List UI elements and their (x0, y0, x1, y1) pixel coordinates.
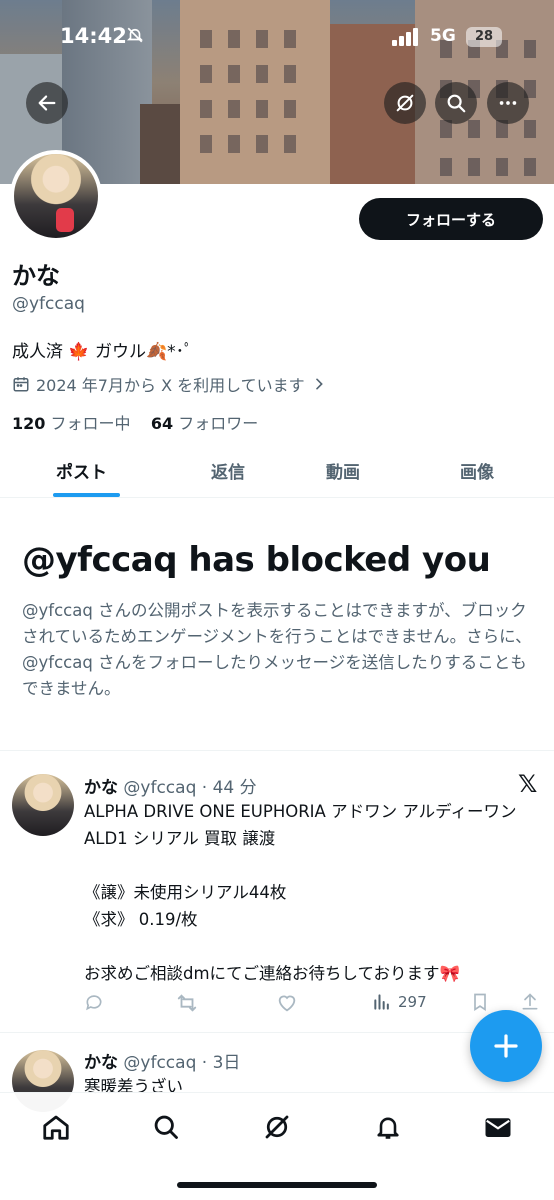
post-author-name: かな (84, 1053, 118, 1073)
heart-icon (278, 995, 296, 1012)
followers-count: 64 (150, 414, 174, 433)
network-label: 5G (430, 26, 456, 46)
following-label: フォロー中 (50, 414, 131, 433)
grok-icon (396, 94, 414, 112)
tab-indicator (53, 493, 120, 497)
post-header: かな @yfccaq · 44 分 (84, 773, 257, 798)
nav-messages[interactable] (482, 1111, 514, 1143)
divider (0, 750, 554, 751)
calendar-icon (13, 377, 29, 392)
home-icon (43, 1115, 69, 1140)
tab-videos[interactable]: 動画 (326, 458, 360, 483)
blocked-title: @yfccaq has blocked you (22, 540, 491, 580)
status-bar: 14:42 5G 28 (0, 0, 554, 76)
search-button[interactable] (435, 82, 477, 124)
back-button[interactable] (26, 82, 68, 124)
profile-bio: 成人済 🍁 ガウル🍂*･ﾟ (12, 342, 193, 362)
nav-notifications[interactable] (372, 1111, 404, 1143)
follow-button[interactable]: フォローする (359, 198, 543, 240)
nav-grok[interactable] (261, 1111, 293, 1143)
tab-posts[interactable]: ポスト (56, 458, 107, 483)
grok-button[interactable] (384, 82, 426, 124)
search-icon (154, 1115, 178, 1139)
post-author-name: かな (84, 778, 118, 798)
tab-images[interactable]: 画像 (460, 458, 494, 483)
profile-name: かな (12, 262, 60, 290)
profile-avatar[interactable] (10, 150, 102, 242)
share-button[interactable] (520, 992, 540, 1012)
post-meta: @yfccaq · 44 分 (123, 778, 257, 798)
follow-counts: 120 フォロー中 64 フォロワー (12, 410, 258, 434)
following-count: 120 (12, 414, 46, 433)
following-link[interactable]: 120 フォロー中 (12, 414, 131, 433)
plus-icon (494, 1034, 518, 1058)
compose-button[interactable] (470, 1010, 542, 1082)
joined-date[interactable]: 2024 年7月から X を利用しています (12, 372, 327, 396)
grok-icon (265, 1115, 289, 1139)
x-logo-icon: 𝕏 (518, 770, 538, 798)
profile-tabs: ポスト 返信 動画 画像 (0, 448, 554, 498)
more-button[interactable] (487, 82, 529, 124)
bookmark-button[interactable] (470, 992, 490, 1012)
tab-replies[interactable]: 返信 (211, 458, 245, 483)
mail-icon (485, 1118, 511, 1137)
reply-icon (86, 995, 102, 1011)
nav-home[interactable] (40, 1111, 72, 1143)
followers-label: フォロワー (178, 414, 259, 433)
profile-handle: @yfccaq (12, 294, 85, 314)
silent-bell-icon (126, 26, 144, 48)
search-icon (447, 94, 466, 113)
views-count: 297 (398, 993, 427, 1011)
reply-button[interactable] (84, 992, 104, 1012)
joined-label: 2024 年7月から X を利用しています (36, 376, 305, 395)
post-actions: 297 (84, 992, 544, 1020)
arrow-left-icon (38, 95, 56, 111)
followers-link[interactable]: 64 フォロワー (151, 414, 258, 433)
home-indicator (177, 1182, 377, 1188)
repost-button[interactable] (176, 992, 198, 1014)
share-icon (522, 993, 538, 1010)
nav-search[interactable] (150, 1111, 182, 1143)
signal-icon (392, 28, 422, 46)
post-header: かな @yfccaq · 3日 (84, 1048, 240, 1073)
like-button[interactable] (276, 992, 298, 1014)
blocked-description: @yfccaq さんの公開ポストを表示することはできますが、ブロックされているた… (22, 601, 532, 698)
more-icon (499, 101, 517, 105)
repost-icon (177, 994, 197, 1012)
bell-icon (377, 1117, 399, 1139)
views-icon (374, 994, 389, 1010)
post-text[interactable]: ALPHA DRIVE ONE EUPHORIA アドワン アルディーワン AL… (84, 798, 534, 987)
battery-indicator: 28 (466, 27, 502, 47)
status-time: 14:42 (60, 24, 127, 48)
divider (0, 1032, 554, 1033)
chevron-right-icon (315, 378, 323, 390)
post-meta: @yfccaq · 3日 (123, 1053, 241, 1073)
post-avatar[interactable] (12, 774, 74, 836)
bookmark-icon (474, 993, 486, 1012)
views-button[interactable]: 297 (372, 992, 427, 1012)
